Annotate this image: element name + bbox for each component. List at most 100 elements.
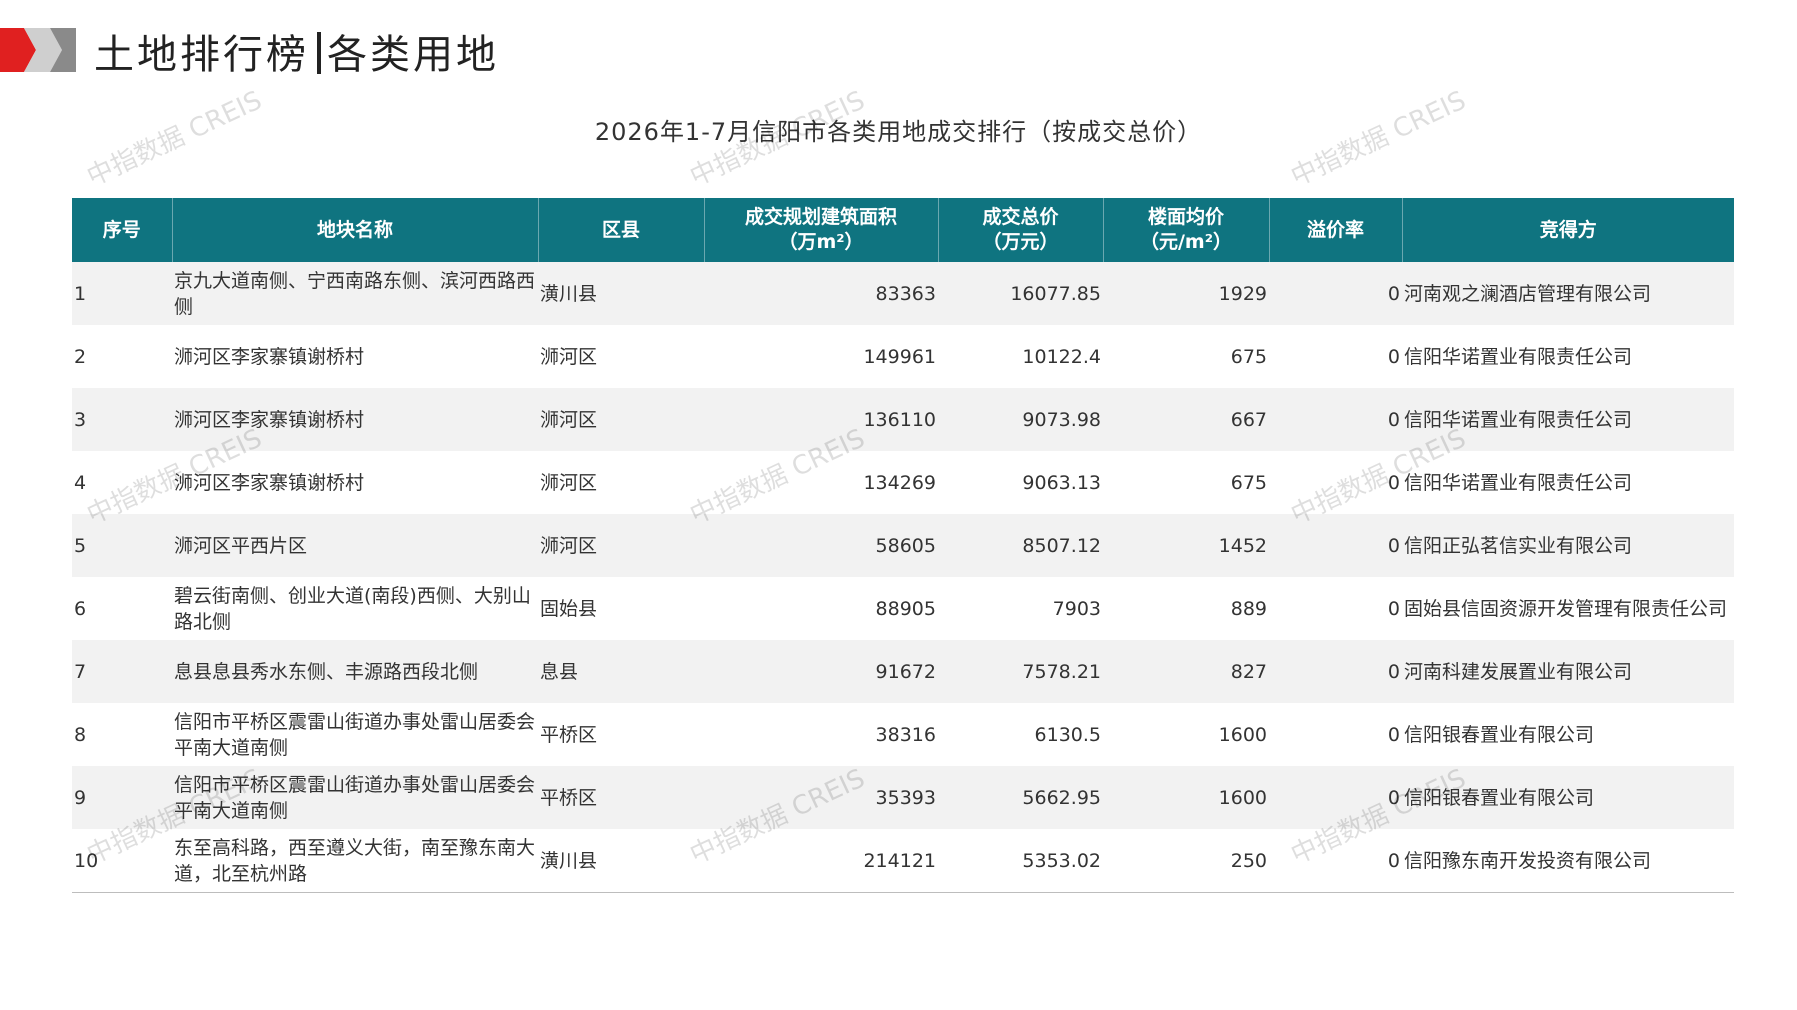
cell-premium-rate: 0 [1269,829,1402,893]
col-header-rank: 序号 [72,198,173,262]
cell-buyer: 信阳银春置业有限公司 [1402,766,1734,829]
col-header-district: 区县 [538,198,705,262]
table-row: 10 东至高科路，西至遵义大街，南至豫东南大道，北至杭州路 潢川县 214121… [72,829,1734,893]
cell-parcel-name: 东至高科路，西至遵义大街，南至豫东南大道，北至杭州路 [172,829,538,893]
cell-area: 91672 [704,640,938,703]
table-row: 1 京九大道南侧、宁西南路东侧、滨河西路西侧 潢川县 83363 16077.8… [72,262,1734,325]
cell-premium-rate: 0 [1269,325,1402,388]
cell-area: 134269 [704,451,938,514]
table-row: 6 碧云街南侧、创业大道(南段)西侧、大别山路北侧 固始县 88905 7903… [72,577,1734,640]
cell-total-price: 16077.85 [938,262,1103,325]
cell-buyer: 信阳正弘茗信实业有限公司 [1402,514,1734,577]
title-separator [317,32,321,74]
table-row: 9 信阳市平桥区震雷山街道办事处雷山居委会平南大道南侧 平桥区 35393 56… [72,766,1734,829]
cell-district: 潢川县 [538,262,704,325]
cell-premium-rate: 0 [1269,577,1402,640]
col-header-buyer: 竞得方 [1402,198,1734,262]
cell-total-price: 10122.4 [938,325,1103,388]
cell-parcel-name: 信阳市平桥区震雷山街道办事处雷山居委会平南大道南侧 [172,703,538,766]
cell-district: 浉河区 [538,325,704,388]
cell-premium-rate: 0 [1269,514,1402,577]
table-row: 2 浉河区李家寨镇谢桥村 浉河区 149961 10122.4 675 0 信阳… [72,325,1734,388]
cell-area: 136110 [704,388,938,451]
table-title: 2026年1-7月信阳市各类用地成交排行（按成交总价） [594,118,1203,146]
cell-area: 88905 [704,577,938,640]
cell-rank: 9 [72,766,172,829]
cell-parcel-name: 浉河区李家寨镇谢桥村 [172,325,538,388]
cell-unit-price: 827 [1103,640,1269,703]
cell-premium-rate: 0 [1269,388,1402,451]
cell-premium-rate: 0 [1269,262,1402,325]
cell-parcel-name: 浉河区平西片区 [172,514,538,577]
table-row: 7 息县息县秀水东侧、丰源路西段北侧 息县 91672 7578.21 827 … [72,640,1734,703]
cell-rank: 1 [72,262,172,325]
cell-parcel-name: 京九大道南侧、宁西南路东侧、滨河西路西侧 [172,262,538,325]
cell-parcel-name: 信阳市平桥区震雷山街道办事处雷山居委会平南大道南侧 [172,766,538,829]
cell-unit-price: 1452 [1103,514,1269,577]
cell-unit-price: 675 [1103,325,1269,388]
cell-unit-price: 667 [1103,388,1269,451]
cell-district: 固始县 [538,577,704,640]
cell-area: 149961 [704,325,938,388]
cell-buyer: 河南观之澜酒店管理有限公司 [1402,262,1734,325]
cell-total-price: 7903 [938,577,1103,640]
col-header-total-price: 成交总价 （万元） [938,198,1104,262]
cell-parcel-name: 碧云街南侧、创业大道(南段)西侧、大别山路北侧 [172,577,538,640]
table-row: 4 浉河区李家寨镇谢桥村 浉河区 134269 9063.13 675 0 信阳… [72,451,1734,514]
col-header-parcel-name: 地块名称 [172,198,539,262]
brand-logo [0,28,76,72]
cell-rank: 2 [72,325,172,388]
cell-total-price: 8507.12 [938,514,1103,577]
cell-district: 息县 [538,640,704,703]
cell-premium-rate: 0 [1269,640,1402,703]
cell-total-price: 5662.95 [938,766,1103,829]
cell-unit-price: 675 [1103,451,1269,514]
cell-rank: 8 [72,703,172,766]
cell-total-price: 5353.02 [938,829,1103,893]
cell-rank: 5 [72,514,172,577]
table-row: 3 浉河区李家寨镇谢桥村 浉河区 136110 9073.98 667 0 信阳… [72,388,1734,451]
cell-premium-rate: 0 [1269,703,1402,766]
cell-total-price: 6130.5 [938,703,1103,766]
cell-buyer: 信阳华诺置业有限责任公司 [1402,325,1734,388]
cell-rank: 10 [72,829,172,893]
cell-parcel-name: 浉河区李家寨镇谢桥村 [172,451,538,514]
page-title: 土地排行榜 各类用地 [94,22,499,80]
cell-unit-price: 1600 [1103,766,1269,829]
cell-buyer: 信阳华诺置业有限责任公司 [1402,388,1734,451]
cell-unit-price: 889 [1103,577,1269,640]
cell-unit-price: 1929 [1103,262,1269,325]
cell-premium-rate: 0 [1269,451,1402,514]
cell-rank: 7 [72,640,172,703]
cell-area: 83363 [704,262,938,325]
page-title-sub: 各类用地 [327,32,499,78]
col-header-premium-rate: 溢价率 [1269,198,1403,262]
cell-total-price: 9063.13 [938,451,1103,514]
cell-rank: 3 [72,388,172,451]
cell-rank: 6 [72,577,172,640]
col-header-area: 成交规划建筑面积 （万m²） [704,198,939,262]
ranking-table: 序号 地块名称 区县 成交规划建筑面积 （万m²） 成交总价 （万元） 楼面均价 （元… [72,198,1734,893]
cell-area: 214121 [704,829,938,893]
cell-district: 浉河区 [538,451,704,514]
table-header-row: 序号 地块名称 区县 成交规划建筑面积 （万m²） 成交总价 （万元） 楼面均价 （元… [72,198,1734,262]
cell-rank: 4 [72,451,172,514]
table-row: 5 浉河区平西片区 浉河区 58605 8507.12 1452 0 信阳正弘茗… [72,514,1734,577]
cell-area: 35393 [704,766,938,829]
cell-district: 潢川县 [538,829,704,893]
cell-district: 平桥区 [538,703,704,766]
cell-district: 浉河区 [538,514,704,577]
cell-buyer: 信阳华诺置业有限责任公司 [1402,451,1734,514]
cell-buyer: 信阳银春置业有限公司 [1402,703,1734,766]
cell-buyer: 河南科建发展置业有限公司 [1402,640,1734,703]
cell-buyer: 信阳豫东南开发投资有限公司 [1402,829,1734,893]
cell-area: 58605 [704,514,938,577]
cell-premium-rate: 0 [1269,766,1402,829]
cell-parcel-name: 浉河区李家寨镇谢桥村 [172,388,538,451]
cell-district: 平桥区 [538,766,704,829]
cell-total-price: 9073.98 [938,388,1103,451]
col-header-unit-price: 楼面均价 （元/m²） [1103,198,1270,262]
cell-buyer: 固始县信固资源开发管理有限责任公司 [1402,577,1734,640]
cell-district: 浉河区 [538,388,704,451]
table-row: 8 信阳市平桥区震雷山街道办事处雷山居委会平南大道南侧 平桥区 38316 61… [72,703,1734,766]
